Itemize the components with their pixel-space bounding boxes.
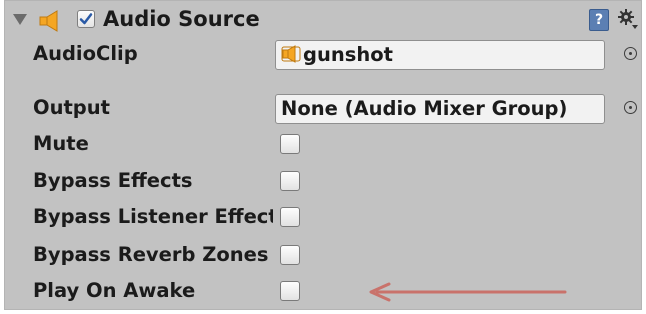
bypass-effects-checkbox[interactable] [280, 171, 300, 191]
property-row-audioclip: AudioClip gunshot [5, 39, 641, 70]
annotation-arrow-icon [369, 282, 567, 302]
property-row-output: Output None (Audio Mixer Group) [5, 93, 641, 124]
property-row-bypass-listener-effects: Bypass Listener Effects [5, 202, 641, 232]
property-label-output: Output [33, 96, 110, 119]
output-object-field[interactable]: None (Audio Mixer Group) [275, 94, 605, 124]
bypass-listener-effects-checkbox[interactable] [280, 207, 300, 227]
output-value: None (Audio Mixer Group) [281, 97, 568, 120]
object-picker-icon[interactable] [624, 101, 637, 114]
property-label-play-on-awake: Play On Awake [33, 279, 196, 302]
property-label-mute: Mute [33, 132, 89, 155]
property-label-audioclip: AudioClip [33, 42, 138, 65]
component-header: Audio Source ? [5, 1, 641, 41]
property-row-bypass-reverb-zones: Bypass Reverb Zones [5, 240, 641, 270]
speaker-icon [38, 10, 66, 36]
audio-clip-icon [281, 44, 301, 69]
property-label-bypass-listener-effects: Bypass Listener Effects [33, 205, 273, 228]
bypass-reverb-zones-checkbox[interactable] [280, 245, 300, 265]
audioclip-object-field[interactable]: gunshot [275, 40, 605, 70]
property-label-bypass-reverb-zones: Bypass Reverb Zones [33, 243, 269, 266]
property-row-bypass-effects: Bypass Effects [5, 166, 641, 196]
property-label-bypass-effects: Bypass Effects [33, 169, 193, 192]
property-row-mute: Mute [5, 129, 641, 159]
gear-icon[interactable] [617, 8, 639, 34]
mute-checkbox[interactable] [280, 134, 300, 154]
audio-source-inspector: Audio Source ? AudioClip gunshot Output … [4, 0, 642, 310]
audioclip-value: gunshot [303, 43, 393, 66]
play-on-awake-checkbox[interactable] [280, 281, 300, 301]
component-title: Audio Source [103, 7, 260, 31]
foldout-triangle-icon[interactable] [13, 14, 27, 25]
component-enabled-checkbox[interactable] [77, 10, 95, 28]
object-picker-icon[interactable] [624, 47, 637, 60]
help-book-icon[interactable]: ? [589, 9, 609, 31]
